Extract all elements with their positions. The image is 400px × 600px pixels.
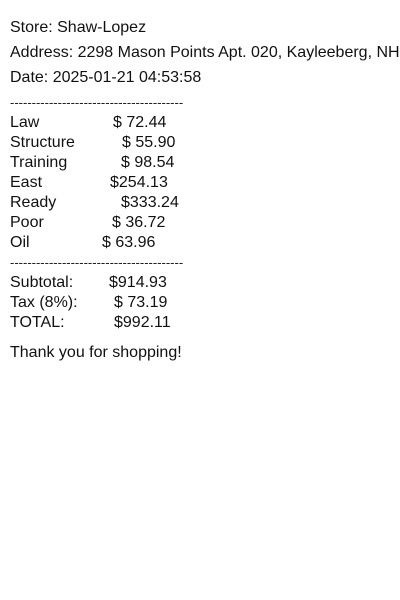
- item-price: $ 72.44: [113, 114, 167, 131]
- item-row: Law $ 72.44: [10, 113, 400, 133]
- item-row: Ready $333.24: [10, 193, 400, 213]
- store-name: Store: Shaw-Lopez: [10, 19, 147, 36]
- item-price: $254.13: [110, 174, 168, 191]
- tax-value: $ 73.19: [114, 294, 168, 311]
- item-row: Structure $ 55.90: [10, 133, 400, 153]
- item-price: $333.24: [121, 194, 179, 211]
- item-row: Oil $ 63.96: [10, 233, 400, 253]
- item-price: $ 55.90: [122, 134, 176, 151]
- subtotal-label: Subtotal:: [10, 274, 74, 291]
- subtotal-value: $914.93: [109, 274, 167, 291]
- total-row: TOTAL: $992.11: [10, 313, 400, 333]
- item-name: Poor: [10, 214, 44, 231]
- item-price: $ 98.54: [121, 154, 175, 171]
- thank-you-message: Thank you for shopping!: [10, 344, 182, 361]
- receipt-date: Date: 2025-01-21 04:53:58: [10, 69, 202, 86]
- total-value: $992.11: [114, 314, 171, 331]
- item-list: Law $ 72.44 Structure $ 55.90 Training $…: [10, 113, 400, 253]
- item-name: Oil: [10, 234, 30, 251]
- tax-row: Tax (8%): $ 73.19: [10, 293, 400, 313]
- item-name: Ready: [10, 194, 57, 211]
- item-row: Poor $ 36.72: [10, 213, 400, 233]
- totals: Subtotal: $914.93 Tax (8%): $ 73.19 TOTA…: [10, 273, 400, 333]
- item-price: $ 36.72: [112, 214, 166, 231]
- item-name: Training: [10, 154, 68, 171]
- store-address: Address: 2298 Mason Points Apt. 020, Kay…: [10, 44, 400, 61]
- total-label: TOTAL:: [10, 314, 65, 331]
- tax-label: Tax (8%):: [10, 294, 78, 311]
- item-price: $ 63.96: [102, 234, 156, 251]
- divider-bottom: ----------------------------------------: [10, 255, 184, 270]
- item-name: East: [10, 174, 43, 191]
- item-row: Training $ 98.54: [10, 153, 400, 173]
- receipt: Store: Shaw-Lopez Address: 2298 Mason Po…: [10, 18, 400, 363]
- item-row: East $254.13: [10, 173, 400, 193]
- item-name: Structure: [10, 134, 75, 151]
- divider-top: ----------------------------------------: [10, 95, 184, 110]
- subtotal-row: Subtotal: $914.93: [10, 273, 400, 293]
- item-name: Law: [10, 114, 40, 131]
